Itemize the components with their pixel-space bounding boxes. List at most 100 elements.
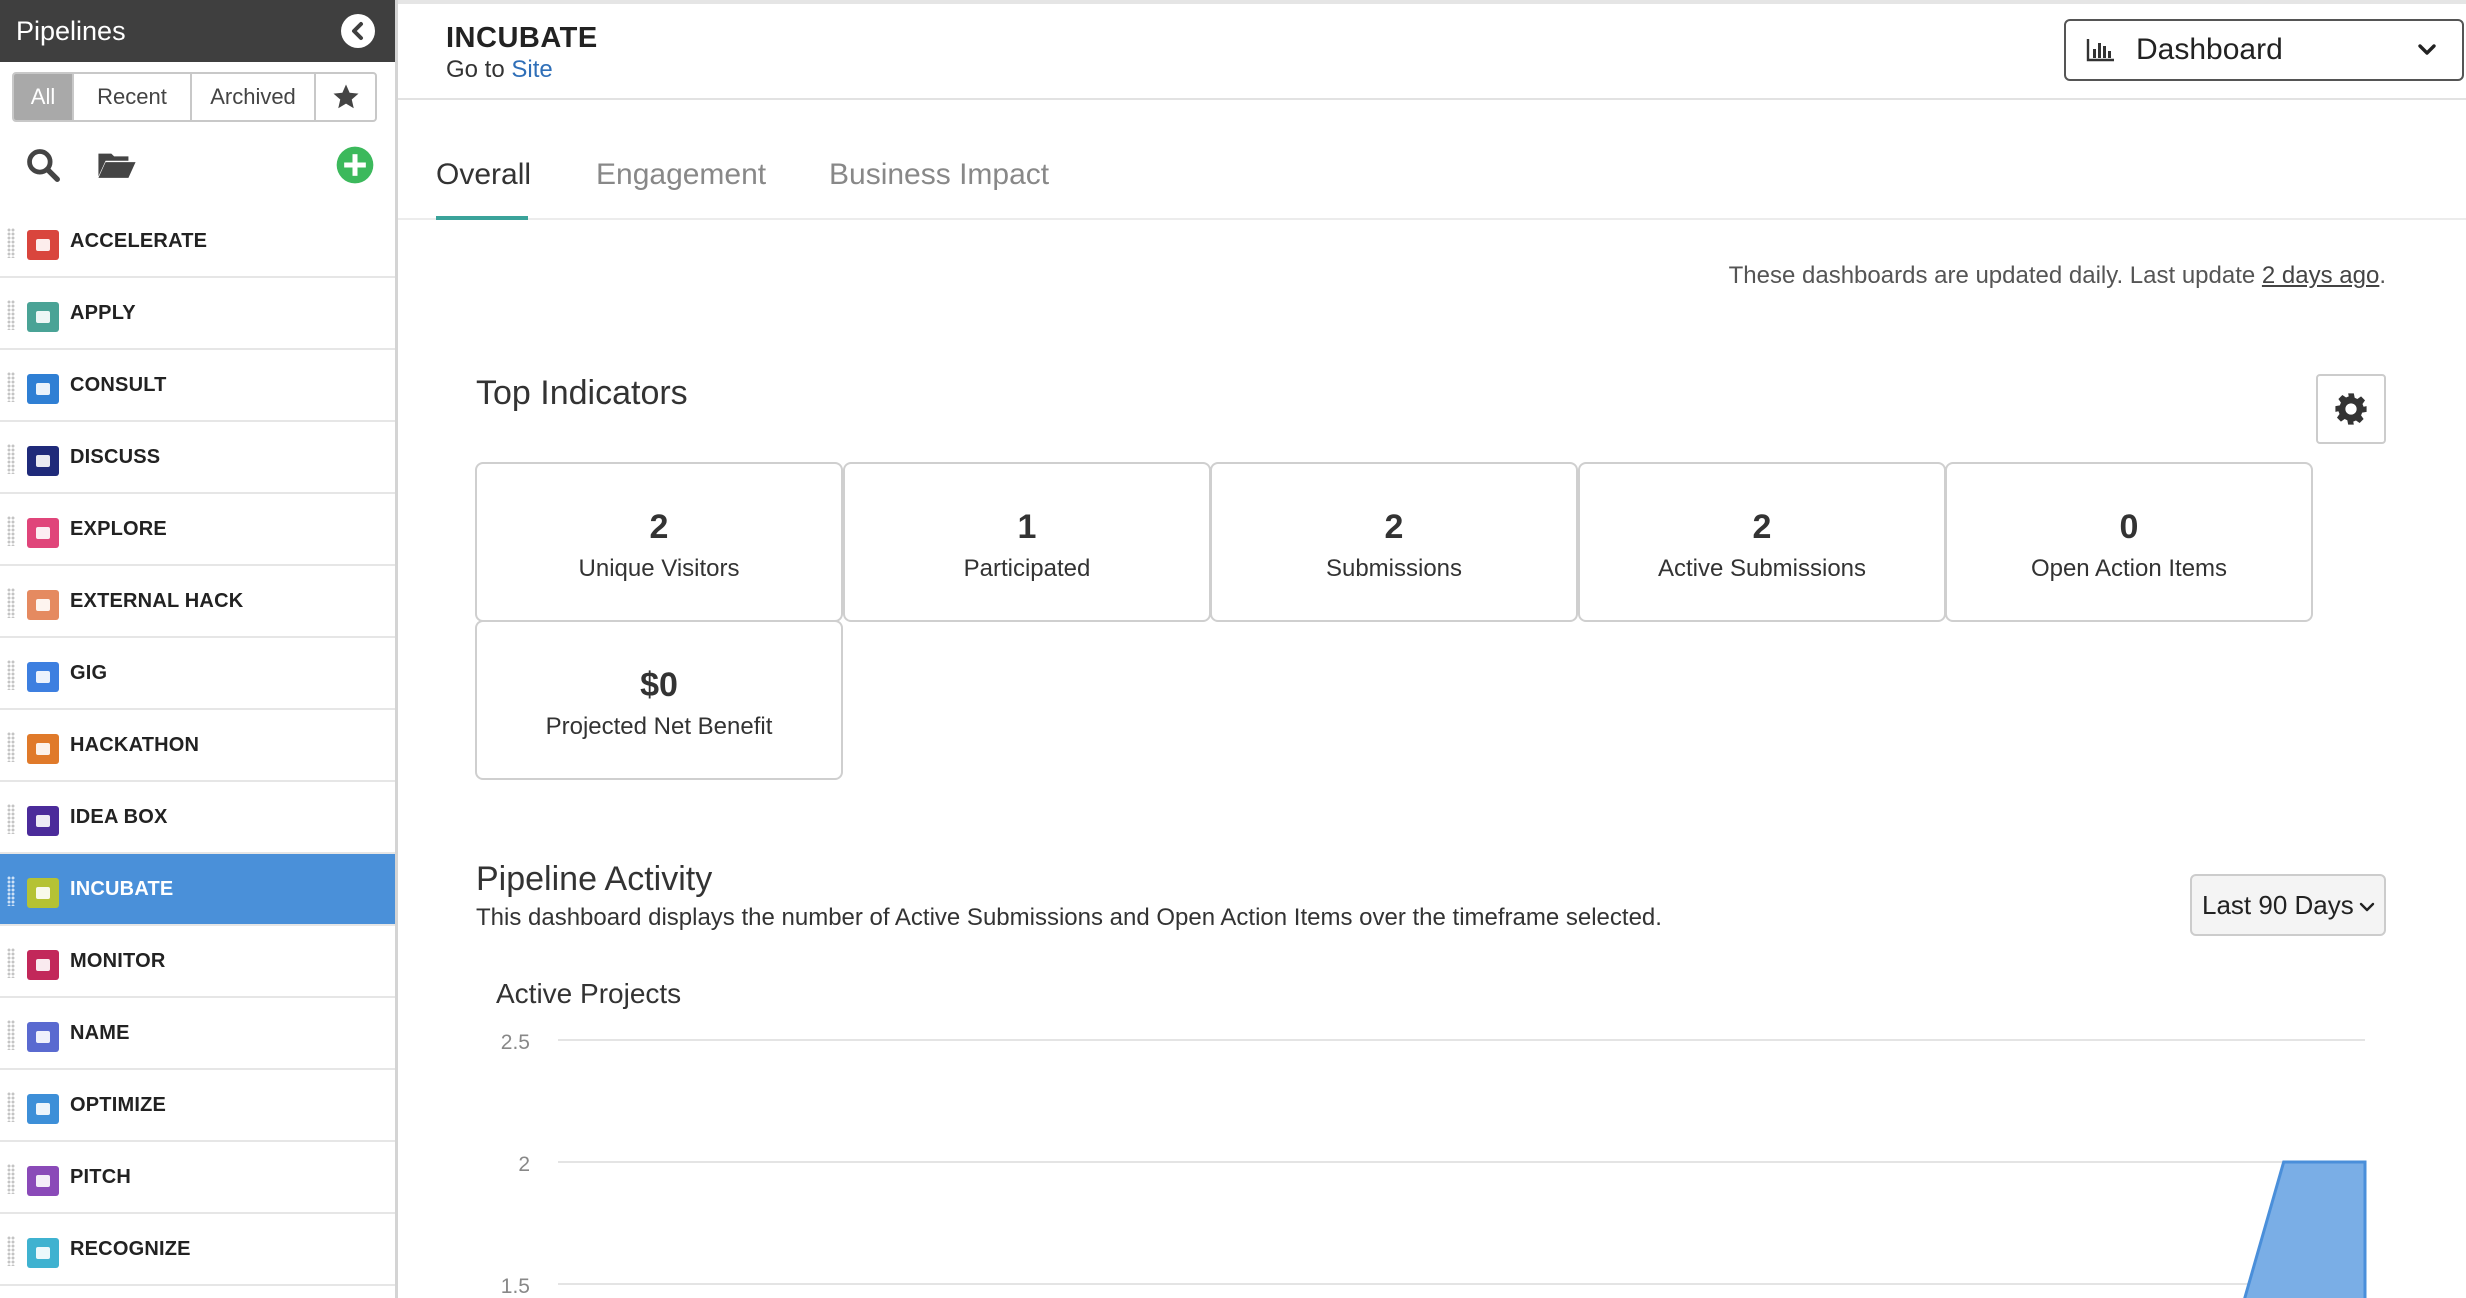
sidebar-item-label: HACKATHON [70,733,200,756]
tab-engagement[interactable]: Engagement [596,158,766,192]
indicator-settings-button[interactable] [2316,374,2386,444]
pipeline-activity-description: This dashboard displays the number of Ac… [476,904,1662,931]
update-notice-suffix: . [2379,262,2386,289]
filter-all-button[interactable]: All [14,74,74,120]
optimize-icon [27,1094,59,1124]
chevron-down-icon [2359,902,2375,912]
chevron-left-icon [352,22,363,40]
indicator-value: 2 [1384,508,1404,546]
sidebar-item-accelerate[interactable]: ACCELERATE [0,206,395,278]
indicator-card-open-action-items: 0 Open Action Items [1945,462,2313,622]
sidebar-item-name[interactable]: NAME [0,998,395,1070]
dashboard-tabs: Overall Engagement Business Impact [398,100,2466,220]
drag-handle[interactable] [7,228,15,258]
explore-icon [27,518,59,548]
sidebar-item-apply[interactable]: APPLY [0,278,395,350]
sidebar-item-monitor[interactable]: MONITOR [0,926,395,998]
sidebar-header: Pipelines [0,0,395,62]
pipeline-activity-title: Pipeline Activity [476,860,713,898]
sidebar-item-external-hack[interactable]: EXTERNAL HACK [0,566,395,638]
pipeline-list: ACCELERATE APPLY CONSULT DISCUSS EXPLORE… [0,206,395,1286]
star-icon [333,84,358,109]
indicator-label: Submissions [1325,555,1463,582]
indicator-value: 0 [2119,508,2139,546]
page-title: INCUBATE [446,22,598,54]
pipelines-sidebar: Pipelines All Recent Archived ACCELERATE… [0,0,398,1298]
sidebar-item-recognize[interactable]: RECOGNIZE [0,1214,395,1286]
monitor-icon [27,950,59,980]
sidebar-item-label: CONSULT [70,373,167,396]
active-tab-indicator [436,216,528,220]
drag-handle[interactable] [7,876,15,906]
last-update-link[interactable]: 2 days ago [2262,262,2379,289]
indicator-label: Participated [963,555,1091,582]
drag-handle[interactable] [7,804,15,834]
indicator-label: Unique Visitors [578,555,740,582]
page-header: INCUBATE Go to Site Dashboard [398,4,2466,100]
y-tick-label: 2 [518,1153,530,1176]
sidebar-item-label: EXTERNAL HACK [70,589,244,612]
gear-icon [2335,393,2367,425]
goto-site-text: Go to Site [446,56,553,84]
sidebar-item-label: NAME [70,1021,130,1044]
active-projects-chart: 2.5 2 1.5 [501,1031,2367,1298]
add-pipeline-button[interactable] [332,142,378,188]
sidebar-item-hackathon[interactable]: HACKATHON [0,710,395,782]
filter-favorites-button[interactable] [316,74,375,120]
sidebar-item-idea-box[interactable]: IDEA BOX [0,782,395,854]
incubate-icon [27,878,59,908]
sidebar-item-discuss[interactable]: DISCUSS [0,422,395,494]
drag-handle[interactable] [7,1092,15,1122]
sidebar-title: Pipelines [16,15,126,46]
pipeline-filter-group: All Recent Archived [12,72,377,122]
drag-handle[interactable] [7,1164,15,1194]
timeframe-select-label: Last 90 Days [2202,889,2354,920]
sidebar-item-label: PITCH [70,1165,131,1188]
sidebar-item-consult[interactable]: CONSULT [0,350,395,422]
sidebar-item-label: MONITOR [70,949,166,972]
drag-handle[interactable] [7,444,15,474]
sidebar-item-label: ACCELERATE [70,229,208,252]
drag-handle[interactable] [7,372,15,402]
open-folder-button[interactable] [94,142,140,188]
drag-handle[interactable] [7,1020,15,1050]
indicator-card-unique-visitors: 2 Unique Visitors [475,462,843,622]
drag-handle[interactable] [7,660,15,690]
drag-handle[interactable] [7,588,15,618]
idea-box-icon [27,806,59,836]
sidebar-item-incubate[interactable]: INCUBATE [0,854,395,926]
tab-overall[interactable]: Overall [436,158,531,192]
sidebar-item-explore[interactable]: EXPLORE [0,494,395,566]
indicator-card-projected-net-benefit: $0 Projected Net Benefit [475,620,843,780]
sidebar-item-optimize[interactable]: OPTIMIZE [0,1070,395,1142]
tab-business-impact[interactable]: Business Impact [829,158,1049,192]
drag-handle[interactable] [7,1236,15,1266]
drag-handle[interactable] [7,300,15,330]
name-icon [27,1022,59,1052]
filter-recent-button[interactable]: Recent [74,74,192,120]
sidebar-item-label: RECOGNIZE [70,1237,191,1260]
indicator-card-submissions: 2 Submissions [1210,462,1578,622]
search-icon [27,149,60,182]
sidebar-item-gig[interactable]: GIG [0,638,395,710]
chart-title: Active Projects [496,978,682,1009]
drag-handle[interactable] [7,516,15,546]
indicator-card-active-submissions: 2 Active Submissions [1578,462,1946,622]
indicator-label: Active Submissions [1657,555,1867,582]
goto-site-link[interactable]: Site [511,56,552,83]
active-projects-area [2243,1160,2367,1298]
indicator-value: 1 [1017,508,1037,546]
filter-archived-button[interactable]: Archived [192,74,316,120]
sidebar-item-label: OPTIMIZE [70,1093,167,1116]
search-button[interactable] [20,142,66,188]
bar-chart-icon [2086,39,2114,62]
goto-prefix: Go to [446,56,505,83]
drag-handle[interactable] [7,732,15,762]
collapse-sidebar-button[interactable] [341,14,375,48]
external-hack-icon [27,590,59,620]
view-select-label: Dashboard [2136,33,2283,66]
timeframe-select[interactable]: Last 90 Days [2190,874,2386,936]
drag-handle[interactable] [7,948,15,978]
sidebar-item-pitch[interactable]: PITCH [0,1142,395,1214]
view-select-dropdown[interactable]: Dashboard [2064,19,2464,81]
